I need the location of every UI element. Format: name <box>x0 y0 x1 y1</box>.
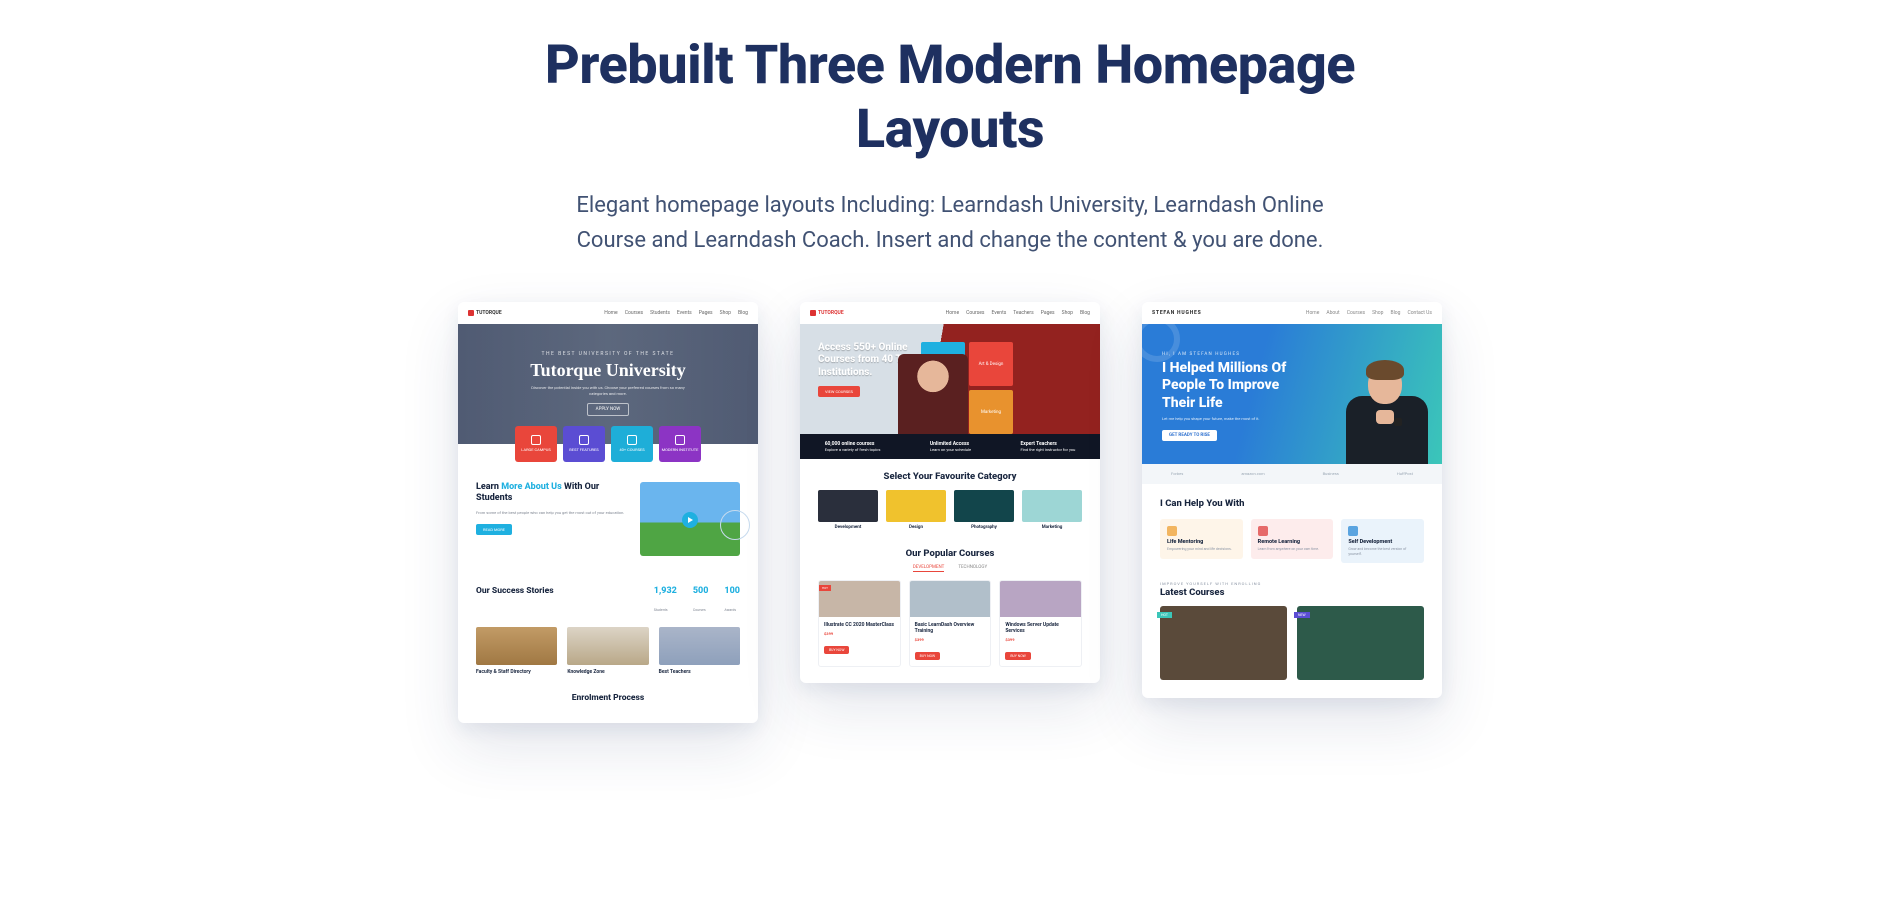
chip: 40+ COURSES <box>611 426 653 462</box>
nav-bar: TUTORQUE HomeCoursesEventsTeachersPagesS… <box>800 302 1100 324</box>
latest-title: Latest Courses <box>1160 587 1424 598</box>
hero: HI, I AM STEFAN HUGHES I Helped Millions… <box>1142 324 1442 464</box>
help-title: I Can Help You With <box>1160 498 1424 509</box>
hero-cta-button[interactable]: APPLY NOW <box>587 403 630 416</box>
learn-desc: From some of the best people who can hel… <box>476 510 628 516</box>
popular-title: Our Popular Courses <box>800 536 1100 559</box>
nav-menu: HomeAboutCoursesShopBlogContact Us <box>1306 310 1432 316</box>
hero-kicker: THE BEST UNIVERSITY OF THE STATE <box>542 351 675 357</box>
category: Development <box>818 490 878 530</box>
hero-title: I Helped Millions Of People To Improve T… <box>1162 360 1292 413</box>
section-heading: Prebuilt Three Modern Homepage Layouts <box>500 34 1400 161</box>
learn-title: Learn More About Us With Our Students <box>476 482 628 505</box>
category: Marketing <box>1022 490 1082 530</box>
stats-title: Our Success Stories <box>476 586 554 596</box>
logo: STEFAN HUGHES <box>1152 310 1202 316</box>
tab[interactable]: TECHNOLOGY <box>958 565 987 572</box>
preview-university[interactable]: TUTORQUE HomeCoursesStudentsEventsPagesS… <box>458 302 758 723</box>
thumb: Knowledge Zone <box>567 627 648 675</box>
video-thumb[interactable] <box>640 482 740 556</box>
feature-bar: 60,000 online coursesExplore a variety o… <box>800 434 1100 459</box>
help-icon <box>1348 526 1358 536</box>
feature-chips: LARGE CAMPUS BEST FEATURES 40+ COURSES M… <box>458 426 758 462</box>
hero-desc: Let me help you shape your future, make … <box>1162 416 1282 421</box>
logo: TUTORQUE <box>468 310 502 316</box>
chip: LARGE CAMPUS <box>515 426 557 462</box>
grid-tile: Marketing <box>969 390 1013 434</box>
category: Photography <box>954 490 1014 530</box>
category: Design <box>886 490 946 530</box>
nav-bar: STEFAN HUGHES HomeAboutCoursesShopBlogCo… <box>1142 302 1442 324</box>
grid-tile: Art & Design <box>969 342 1013 386</box>
hero-person <box>898 354 968 434</box>
course-row: HOTIllustrate CC 2020 MasterClass$399BUY… <box>800 580 1100 683</box>
hero: Access 550+ Online Courses from 40 Top I… <box>800 324 1100 434</box>
help-item: Self DevelopmentGrow and become the best… <box>1341 519 1424 564</box>
preview-coach[interactable]: STEFAN HUGHES HomeAboutCoursesShopBlogCo… <box>1142 302 1442 699</box>
course-card[interactable]: HOTIllustrate CC 2020 MasterClass$399BUY… <box>818 580 901 667</box>
enrolment-title: Enrolment Process <box>458 685 758 723</box>
help-icon <box>1167 526 1177 536</box>
tab[interactable]: DEVELOPMENT <box>913 565 944 572</box>
hero-cta-button[interactable]: VIEW COURSES <box>818 386 860 397</box>
category-row: Development Design Photography Marketing <box>800 482 1100 536</box>
help-section: I Can Help You With Life MentoringEmpowe… <box>1142 484 1442 572</box>
course-card[interactable]: Basic LearnDash Overview Training$399BUY… <box>909 580 992 667</box>
course-thumb[interactable]: HOT <box>1160 606 1287 680</box>
course-tabs[interactable]: DEVELOPMENT TECHNOLOGY <box>800 565 1100 572</box>
nav-menu: HomeCoursesEventsTeachersPagesShopBlog <box>946 310 1090 316</box>
help-item: Remote LearningLearn from anywhere on yo… <box>1251 519 1334 559</box>
hero-title: Tutorque University <box>530 360 686 381</box>
learn-section: Learn More About Us With Our Students Fr… <box>458 462 758 576</box>
hero-cta-button[interactable]: GET READY TO RISE <box>1162 430 1217 441</box>
nav-menu: HomeCoursesStudentsEventsPagesShopBlog <box>604 310 748 316</box>
hero-desc: Discover the potential inside you with u… <box>528 385 688 396</box>
latest-section: IMPROVE YOURSELF WITH ENROLLING Latest C… <box>1142 571 1442 698</box>
logo-strip: Forbesamazon.comBusinessHuffPost <box>1142 464 1442 484</box>
help-icon <box>1258 526 1268 536</box>
play-icon <box>682 512 698 528</box>
stats-row: Our Success Stories 1,932Students 500Cou… <box>458 576 758 627</box>
help-item: Life MentoringEmpowering your mind and l… <box>1160 519 1243 559</box>
course-thumb[interactable]: NEW <box>1297 606 1424 680</box>
learn-button[interactable]: READ MORE <box>476 524 512 535</box>
chip: BEST FEATURES <box>563 426 605 462</box>
nav-bar: TUTORQUE HomeCoursesStudentsEventsPagesS… <box>458 302 758 324</box>
thumb-row: Faculty & Staff Directory Knowledge Zone… <box>458 627 758 685</box>
logo: TUTORQUE <box>810 310 844 316</box>
preview-online-course[interactable]: TUTORQUE HomeCoursesEventsTeachersPagesS… <box>800 302 1100 683</box>
latest-kicker: IMPROVE YOURSELF WITH ENROLLING <box>1160 581 1424 586</box>
chip: MODERN INSTITUTE <box>659 426 701 462</box>
hero-person <box>1338 356 1434 464</box>
thumb: Best Teachers <box>659 627 740 675</box>
preview-row: TUTORQUE HomeCoursesStudentsEventsPagesS… <box>458 302 1442 723</box>
section-subheading: Elegant homepage layouts Including: Lear… <box>550 189 1350 257</box>
course-card[interactable]: Windows Server Update Services$399BUY NO… <box>999 580 1082 667</box>
thumb: Faculty & Staff Directory <box>476 627 557 675</box>
category-title: Select Your Favourite Category <box>800 459 1100 482</box>
